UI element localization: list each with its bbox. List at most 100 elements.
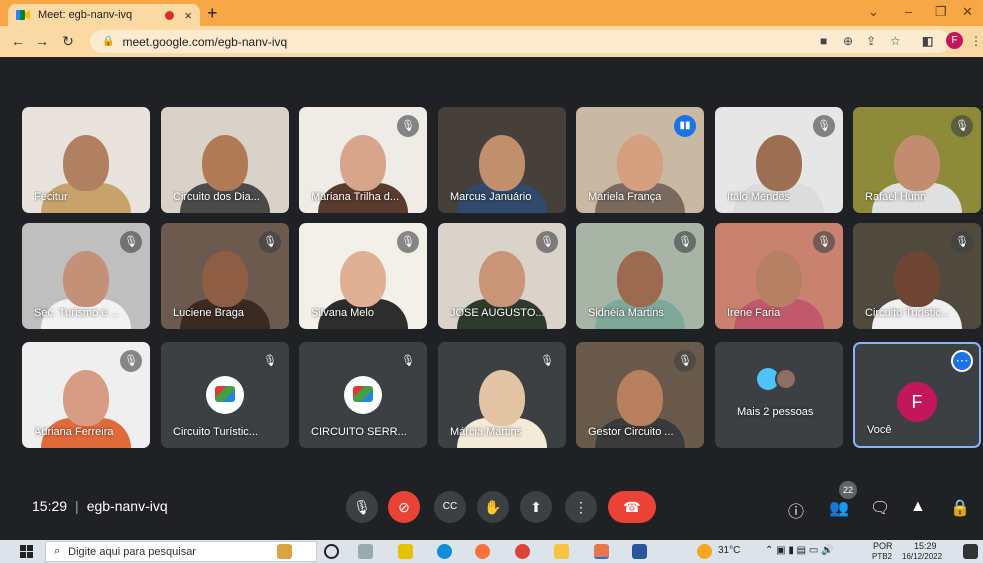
- self-avatar: F: [897, 382, 937, 422]
- participant-tile[interactable]: Circuito dos Dia...: [161, 107, 289, 213]
- participant-face: [894, 251, 940, 307]
- browser-tab[interactable]: Meet: egb-nanv-ivq ×: [8, 4, 200, 26]
- participant-name: Marcus Januário: [450, 191, 532, 203]
- mic-muted-icon: 🎙: [120, 350, 142, 372]
- present-button[interactable]: ⬆: [520, 491, 552, 523]
- chat-icon[interactable]: 🗨: [870, 498, 890, 518]
- minimize-icon[interactable]: –: [905, 4, 912, 19]
- microphone-button[interactable]: 🎙: [346, 491, 378, 523]
- meeting-controls: 15:29 | egb-nanv-ivq 🎙 ⊘ CC ✋ ⬆ ⋮ ☎ ⓘ 👥 🗨 …: [0, 478, 983, 536]
- organization-logo: [344, 376, 382, 414]
- meet-favicon-icon: [16, 10, 30, 20]
- hang-up-button[interactable]: ☎: [608, 491, 656, 523]
- participant-tile[interactable]: 🎙 JOSE AUGUSTO...: [438, 223, 566, 329]
- participant-tile[interactable]: 🎙 Luciene Braga: [161, 223, 289, 329]
- task-view-icon[interactable]: [358, 544, 373, 559]
- chrome-active-icon[interactable]: [594, 544, 609, 559]
- participant-name: Rafael Huhn: [865, 191, 927, 203]
- participant-face: [617, 251, 663, 307]
- file-explorer-icon[interactable]: [554, 544, 569, 559]
- restore-icon[interactable]: ❐: [935, 4, 947, 20]
- mic-muted-icon: 🎙: [259, 350, 281, 372]
- cortana-icon[interactable]: [324, 544, 339, 559]
- host-controls-icon[interactable]: 🔒: [950, 498, 970, 518]
- more-options-button[interactable]: ⋮: [565, 491, 597, 523]
- participant-face: [479, 370, 525, 426]
- participant-name: Márcia Martins: [450, 426, 523, 438]
- participant-tile[interactable]: 🎙 CIRCUITO SERR...: [299, 342, 427, 448]
- share-icon[interactable]: ⇪: [866, 34, 876, 48]
- participant-tile[interactable]: ▮▮ Mariela França: [576, 107, 704, 213]
- raise-hand-button[interactable]: ✋: [477, 491, 509, 523]
- mic-muted-icon: 🎙: [397, 115, 419, 137]
- more-people-label: Mais 2 pessoas: [737, 406, 814, 418]
- edge-icon[interactable]: [437, 544, 452, 559]
- participant-tile[interactable]: 🎙 Mariana Trilha d...: [299, 107, 427, 213]
- self-tile[interactable]: F ⋯ Você: [853, 342, 981, 448]
- language-indicator[interactable]: POR: [873, 541, 893, 551]
- participant-avatar-icon: [775, 368, 797, 390]
- camera-indicator-icon[interactable]: ■: [820, 34, 827, 48]
- participant-name: Fecitur: [34, 191, 68, 203]
- notifications-icon[interactable]: [963, 544, 978, 559]
- windows-start-icon[interactable]: [20, 545, 33, 558]
- participant-face: [479, 251, 525, 307]
- participant-tile[interactable]: Fecitur: [22, 107, 150, 213]
- back-icon[interactable]: ←: [6, 33, 30, 49]
- browser-menu-icon[interactable]: ⋮: [970, 34, 982, 48]
- participant-tile[interactable]: 🎙 Gestor Circuito ...: [576, 342, 704, 448]
- participant-tile[interactable]: 🎙 Silvana Melo: [299, 223, 427, 329]
- participant-face: [617, 135, 663, 191]
- camera-off-button[interactable]: ⊘: [388, 491, 420, 523]
- participant-tile[interactable]: 🎙 Irene Faria: [715, 223, 843, 329]
- checkmark-app-icon[interactable]: [398, 544, 413, 559]
- clock-time[interactable]: 15:29: [914, 541, 937, 551]
- participant-face: [756, 251, 802, 307]
- participant-name: Luciene Braga: [173, 307, 244, 319]
- meeting-code: egb-nanv-ivq: [86, 498, 168, 514]
- more-people-tile[interactable]: Mais 2 pessoas: [715, 342, 843, 448]
- weather-icon: [697, 544, 712, 559]
- participant-tile[interactable]: Marcus Januário: [438, 107, 566, 213]
- zoom-icon[interactable]: ⊕: [843, 34, 853, 48]
- people-icon[interactable]: 👥: [829, 498, 849, 518]
- participant-tile[interactable]: 🎙 Sidnéia Martins: [576, 223, 704, 329]
- participant-face: [63, 370, 109, 426]
- bookmark-star-icon[interactable]: ☆: [890, 34, 901, 48]
- participant-tile[interactable]: 🎙 Sec. Turismo e ...: [22, 223, 150, 329]
- participant-tile[interactable]: 🎙 Circuito Turístic...: [853, 223, 981, 329]
- forward-icon[interactable]: →: [30, 33, 54, 49]
- participant-tile[interactable]: 🎙 Márcia Martins: [438, 342, 566, 448]
- mic-muted-icon: 🎙: [120, 231, 142, 253]
- captions-button[interactable]: CC: [434, 491, 466, 523]
- keyboard-layout[interactable]: PTB2: [872, 552, 892, 561]
- firefox-icon[interactable]: [475, 544, 490, 559]
- participant-tile[interactable]: 🎙 Circuito Turístic...: [161, 342, 289, 448]
- taskbar: ⌕ Digite aqui para pesquisar 31°C ⌃ ▣ ▮ …: [0, 540, 983, 563]
- close-window-icon[interactable]: ✕: [962, 4, 973, 20]
- meeting-details-icon[interactable]: ⓘ: [788, 498, 804, 522]
- more-options-icon[interactable]: ⋯: [951, 350, 973, 372]
- browser-tab-strip: Meet: egb-nanv-ivq × + ⌄ – ❐ ✕: [0, 0, 983, 26]
- participant-face: [479, 135, 525, 191]
- profile-avatar[interactable]: F: [946, 32, 963, 49]
- participant-tile[interactable]: 🎙 Adriana Ferreira: [22, 342, 150, 448]
- participant-tile[interactable]: 🎙 Rafael Huhn: [853, 107, 981, 213]
- participant-name: Mariana Trilha d...: [311, 191, 400, 203]
- tray-icons[interactable]: ⌃ ▣ ▮ ▤ ▭ 🔊: [765, 545, 834, 556]
- side-panel-icon[interactable]: ◧: [922, 34, 933, 48]
- activities-icon[interactable]: ▲: [910, 498, 926, 516]
- chrome-icon[interactable]: [515, 544, 530, 559]
- reload-icon[interactable]: ↻: [56, 33, 80, 50]
- clock-date[interactable]: 16/12/2022: [902, 552, 942, 561]
- participant-tile[interactable]: 🎙 Italo Mendes: [715, 107, 843, 213]
- participant-face: [340, 135, 386, 191]
- tab-close-icon[interactable]: ×: [184, 8, 192, 23]
- mic-muted-icon: 🎙: [951, 115, 973, 137]
- taskbar-app-icon[interactable]: [277, 544, 292, 559]
- new-tab-button[interactable]: +: [207, 3, 218, 24]
- word-icon[interactable]: [632, 544, 647, 559]
- tab-search-chevron-icon[interactable]: ⌄: [868, 4, 879, 20]
- participant-face: [202, 251, 248, 307]
- participant-name: Circuito dos Dia...: [173, 191, 260, 203]
